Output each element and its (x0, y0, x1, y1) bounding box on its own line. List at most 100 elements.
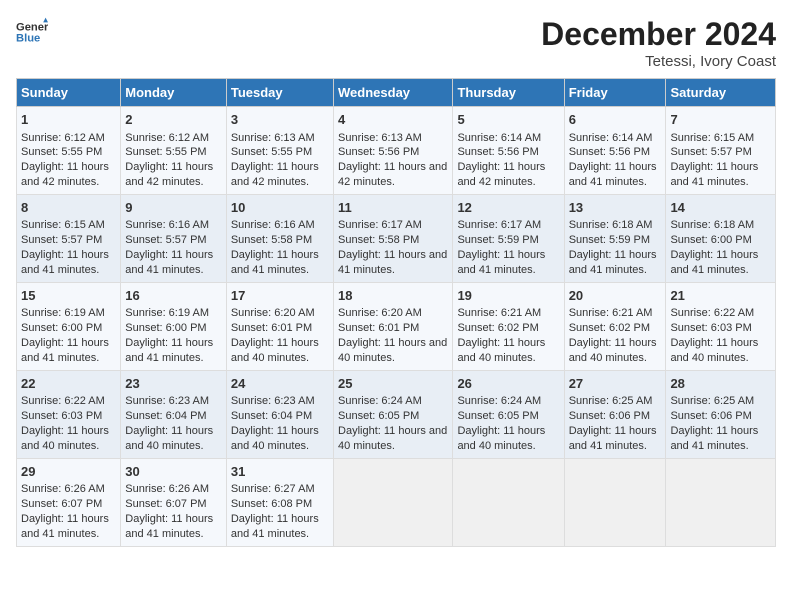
calendar-cell (453, 458, 564, 546)
sunset-label: Sunset: 5:56 PM (457, 146, 538, 158)
sunset-label: Sunset: 6:07 PM (21, 498, 102, 510)
calendar-cell: 23Sunrise: 6:23 AMSunset: 6:04 PMDayligh… (121, 370, 227, 458)
day-number: 8 (21, 199, 116, 217)
daylight-label: Daylight: 11 hours and 41 minutes. (569, 161, 657, 188)
sunrise-label: Sunrise: 6:16 AM (231, 219, 315, 231)
daylight-label: Daylight: 11 hours and 42 minutes. (338, 161, 447, 188)
calendar-cell: 1Sunrise: 6:12 AMSunset: 5:55 PMDaylight… (17, 107, 121, 195)
daylight-label: Daylight: 11 hours and 40 minutes. (569, 337, 657, 364)
calendar-cell: 17Sunrise: 6:20 AMSunset: 6:01 PMDayligh… (226, 282, 333, 370)
calendar-cell: 18Sunrise: 6:20 AMSunset: 6:01 PMDayligh… (334, 282, 453, 370)
col-thursday: Thursday (453, 79, 564, 107)
sunrise-label: Sunrise: 6:25 AM (670, 395, 754, 407)
day-number: 30 (125, 463, 222, 481)
day-number: 1 (21, 111, 116, 129)
svg-text:General: General (16, 21, 48, 33)
sunset-label: Sunset: 5:56 PM (569, 146, 650, 158)
sunrise-label: Sunrise: 6:14 AM (457, 132, 541, 144)
daylight-label: Daylight: 11 hours and 41 minutes. (338, 249, 447, 276)
sunset-label: Sunset: 5:56 PM (338, 146, 419, 158)
day-number: 29 (21, 463, 116, 481)
sunrise-label: Sunrise: 6:13 AM (338, 132, 422, 144)
calendar-cell (666, 458, 776, 546)
calendar-cell: 19Sunrise: 6:21 AMSunset: 6:02 PMDayligh… (453, 282, 564, 370)
sunset-label: Sunset: 5:59 PM (457, 234, 538, 246)
col-saturday: Saturday (666, 79, 776, 107)
sunset-label: Sunset: 6:08 PM (231, 498, 312, 510)
day-number: 28 (670, 375, 771, 393)
location-title: Tetessi, Ivory Coast (541, 53, 776, 70)
day-number: 7 (670, 111, 771, 129)
calendar-cell: 7Sunrise: 6:15 AMSunset: 5:57 PMDaylight… (666, 107, 776, 195)
daylight-label: Daylight: 11 hours and 40 minutes. (670, 337, 758, 364)
daylight-label: Daylight: 11 hours and 42 minutes. (125, 161, 213, 188)
calendar-cell: 4 Sunrise: 6:13 AM Sunset: 5:56 PM Daylight… (334, 107, 453, 195)
daylight-label: Daylight: 11 hours and 41 minutes. (125, 513, 213, 540)
month-title: December 2024 (541, 16, 776, 53)
sunset-label: Sunset: 5:58 PM (338, 234, 419, 246)
title-area: December 2024 Tetessi, Ivory Coast (541, 16, 776, 70)
calendar-cell (564, 458, 666, 546)
calendar-row: 8Sunrise: 6:15 AMSunset: 5:57 PMDaylight… (17, 194, 776, 282)
calendar-cell: 27Sunrise: 6:25 AMSunset: 6:06 PMDayligh… (564, 370, 666, 458)
sunrise-label: Sunrise: 6:27 AM (231, 483, 315, 495)
daylight-label: Daylight: 11 hours and 41 minutes. (125, 249, 213, 276)
daylight-label: Daylight: 11 hours and 41 minutes. (21, 513, 109, 540)
calendar-cell: 24Sunrise: 6:23 AMSunset: 6:04 PMDayligh… (226, 370, 333, 458)
daylight-label: Daylight: 11 hours and 41 minutes. (231, 249, 319, 276)
sunrise-label: Sunrise: 6:24 AM (457, 395, 541, 407)
calendar-cell: 8Sunrise: 6:15 AMSunset: 5:57 PMDaylight… (17, 194, 121, 282)
sunset-label: Sunset: 6:06 PM (569, 410, 650, 422)
col-monday: Monday (121, 79, 227, 107)
daylight-label: Daylight: 11 hours and 41 minutes. (21, 337, 109, 364)
logo: General Blue (16, 16, 48, 48)
sunset-label: Sunset: 5:55 PM (231, 146, 312, 158)
calendar-cell: 16Sunrise: 6:19 AMSunset: 6:00 PMDayligh… (121, 282, 227, 370)
sunset-label: Sunset: 6:07 PM (125, 498, 206, 510)
day-number: 21 (670, 287, 771, 305)
calendar-cell: 2Sunrise: 6:12 AMSunset: 5:55 PMDaylight… (121, 107, 227, 195)
daylight-label: Daylight: 11 hours and 40 minutes. (338, 425, 447, 452)
daylight-label: Daylight: 11 hours and 41 minutes. (231, 513, 319, 540)
sunrise-label: Sunrise: 6:16 AM (125, 219, 209, 231)
daylight-label: Daylight: 11 hours and 41 minutes. (670, 161, 758, 188)
calendar-cell: 3Sunrise: 6:13 AMSunset: 5:55 PMDaylight… (226, 107, 333, 195)
day-number: 20 (569, 287, 662, 305)
daylight-label: Daylight: 11 hours and 40 minutes. (231, 337, 319, 364)
sunrise-label: Sunrise: 6:25 AM (569, 395, 653, 407)
col-friday: Friday (564, 79, 666, 107)
calendar-cell (334, 458, 453, 546)
daylight-label: Daylight: 11 hours and 40 minutes. (125, 425, 213, 452)
daylight-label: Daylight: 11 hours and 40 minutes. (338, 337, 447, 364)
calendar-row: 15Sunrise: 6:19 AMSunset: 6:00 PMDayligh… (17, 282, 776, 370)
sunrise-label: Sunrise: 6:17 AM (338, 219, 422, 231)
daylight-label: Daylight: 11 hours and 41 minutes. (670, 249, 758, 276)
sunrise-label: Sunrise: 6:19 AM (21, 307, 105, 319)
day-number: 12 (457, 199, 559, 217)
sunset-label: Sunset: 6:02 PM (569, 322, 650, 334)
sunset-label: Sunset: 5:57 PM (125, 234, 206, 246)
daylight-label: Daylight: 11 hours and 40 minutes. (21, 425, 109, 452)
daylight-label: Daylight: 11 hours and 41 minutes. (670, 425, 758, 452)
sunset-label: Sunset: 6:04 PM (125, 410, 206, 422)
sunrise-label: Sunrise: 6:12 AM (21, 132, 105, 144)
sunrise-label: Sunrise: 6:20 AM (338, 307, 422, 319)
calendar-cell: 12Sunrise: 6:17 AMSunset: 5:59 PMDayligh… (453, 194, 564, 282)
sunset-label: Sunset: 6:06 PM (670, 410, 751, 422)
sunrise-label: Sunrise: 6:17 AM (457, 219, 541, 231)
header-row: Sunday Monday Tuesday Wednesday Thursday… (17, 79, 776, 107)
sunset-label: Sunset: 6:00 PM (125, 322, 206, 334)
sunrise-label: Sunrise: 6:19 AM (125, 307, 209, 319)
day-number: 6 (569, 111, 662, 129)
calendar-cell: 21Sunrise: 6:22 AMSunset: 6:03 PMDayligh… (666, 282, 776, 370)
calendar-cell: 26Sunrise: 6:24 AMSunset: 6:05 PMDayligh… (453, 370, 564, 458)
daylight-label: Daylight: 11 hours and 41 minutes. (125, 337, 213, 364)
sunrise-label: Sunrise: 6:20 AM (231, 307, 315, 319)
day-number: 17 (231, 287, 329, 305)
sunset-label: Sunset: 6:02 PM (457, 322, 538, 334)
sunset-label: Sunset: 5:59 PM (569, 234, 650, 246)
day-number: 10 (231, 199, 329, 217)
sunrise-label: Sunrise: 6:23 AM (231, 395, 315, 407)
day-number: 4 (338, 111, 448, 129)
sunset-label: Sunset: 6:00 PM (21, 322, 102, 334)
